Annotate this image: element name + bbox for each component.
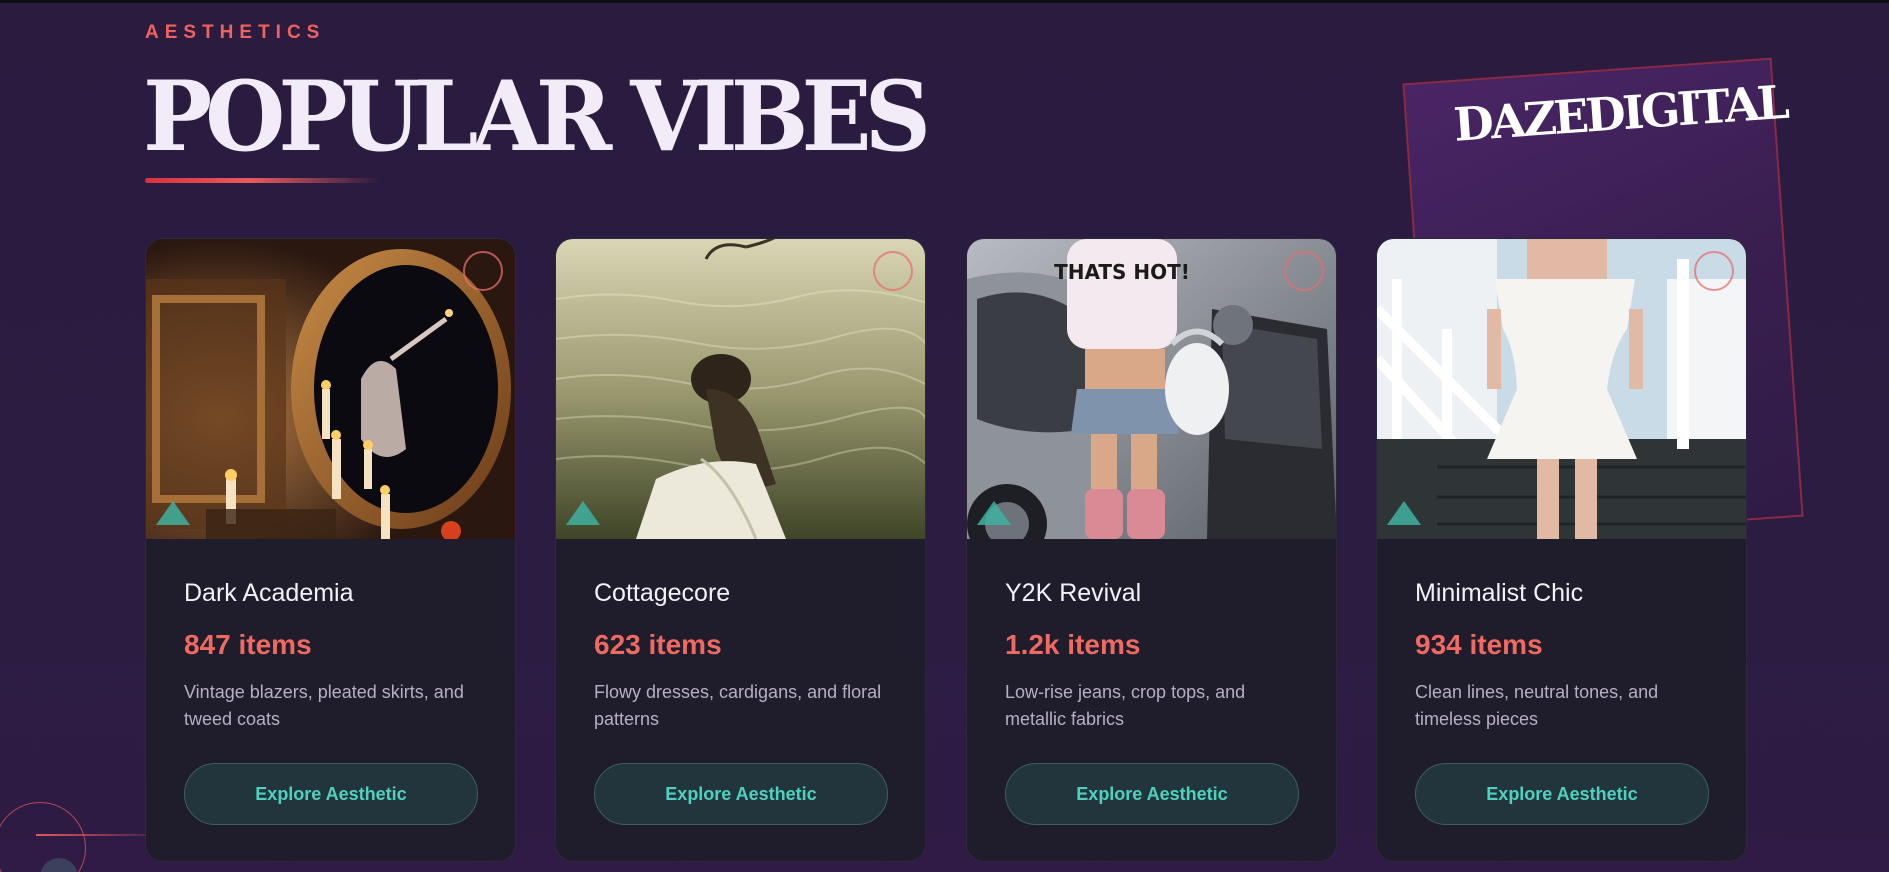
circle-ornament-icon [1284,251,1324,291]
cottagecore-photo [556,239,925,539]
top-border [0,0,1889,3]
explore-aesthetic-button[interactable]: Explore Aesthetic [1415,763,1709,825]
explore-aesthetic-button[interactable]: Explore Aesthetic [594,763,888,825]
shirt-print-text: THATS HOT! [1054,260,1190,284]
line-ornament [36,834,146,836]
triangle-ornament-icon [156,501,190,525]
triangle-ornament-icon [1387,501,1421,525]
card-title: Dark Academia [184,579,354,607]
circle-ornament-icon [1694,251,1734,291]
aesthetic-card-minimalist-chic: Minimalist Chic 934 items Clean lines, n… [1376,238,1747,862]
card-title: Minimalist Chic [1415,579,1584,607]
triangle-ornament-icon [566,501,600,525]
section-eyebrow: AESTHETICS [145,22,326,43]
card-title: Cottagecore [594,579,731,607]
card-item-count: 1.2k items [1005,629,1141,660]
aesthetic-card-dark-academia: Dark Academia 847 items Vintage blazers,… [145,238,516,862]
dark-academia-photo [146,239,515,539]
title-underline [145,178,380,183]
triangle-ornament-icon [977,501,1011,525]
card-item-count: 623 items [594,629,722,660]
aesthetic-card-y2k-revival: THATS HOT! Y2K Revival 1.2k items Low-ri… [966,238,1337,862]
y2k-revival-photo: THATS HOT! [967,239,1336,539]
card-description: Low-rise jeans, crop tops, and metallic … [1005,682,1246,729]
card-item-count: 934 items [1415,629,1543,660]
card-item-count: 847 items [184,629,312,660]
card-description: Vintage blazers, pleated skirts, and twe… [184,682,464,729]
card-title: Y2K Revival [1005,579,1142,607]
circle-ornament-icon [873,251,913,291]
circle-ornament-icon [463,251,503,291]
circle-ornament-icon [0,802,86,872]
card-description: Clean lines, neutral tones, and timeless… [1415,682,1659,729]
card-description: Flowy dresses, cardigans, and floral pat… [594,682,882,729]
explore-aesthetic-button[interactable]: Explore Aesthetic [184,763,478,825]
minimalist-chic-photo [1377,239,1746,539]
explore-aesthetic-button[interactable]: Explore Aesthetic [1005,763,1299,825]
section-title: POPULAR VIBES [143,59,931,173]
aesthetic-card-cottagecore: Cottagecore 623 items Flowy dresses, car… [555,238,926,862]
